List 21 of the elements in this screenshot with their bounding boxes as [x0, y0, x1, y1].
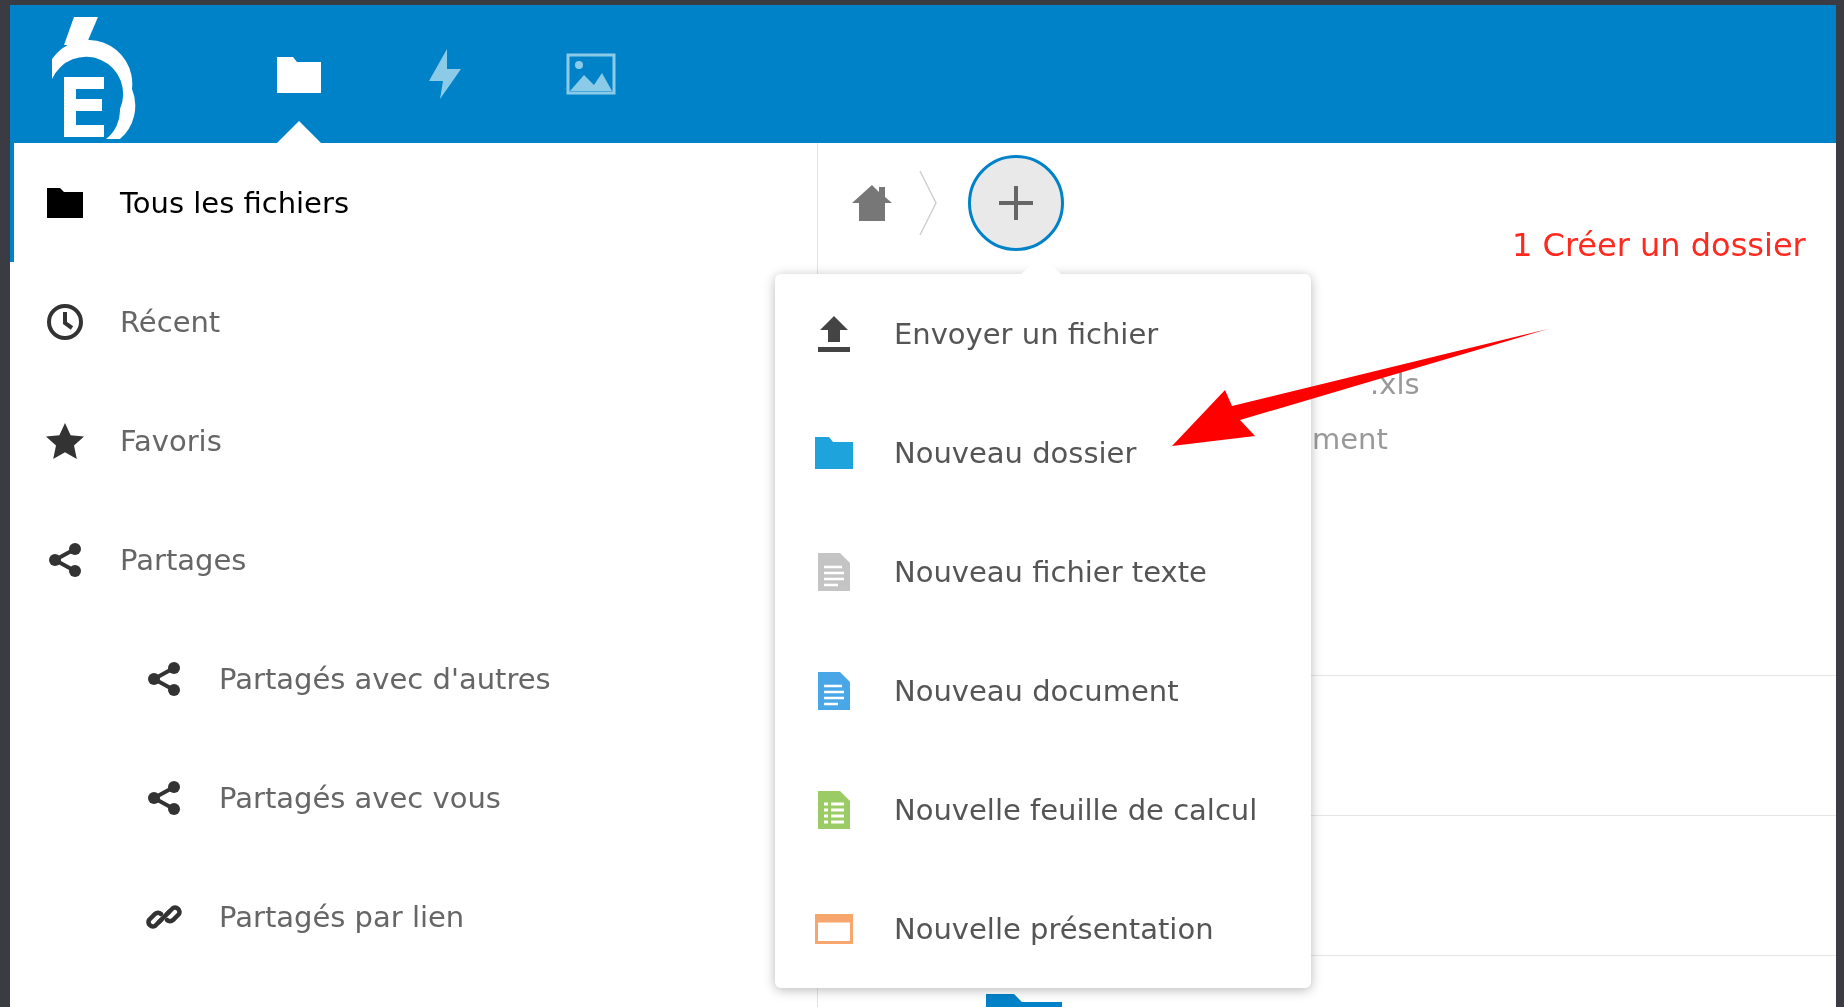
chevron-icon: [918, 169, 938, 236]
file-detail: ment: [1312, 422, 1388, 456]
star-icon: [46, 422, 84, 459]
share-icon: [146, 660, 182, 697]
clock-icon: [46, 302, 84, 341]
presentation-icon: [815, 913, 853, 944]
image-icon: [566, 53, 616, 95]
text-file-icon: [818, 552, 850, 591]
folder-icon: [47, 187, 83, 218]
share-icon: [47, 541, 83, 578]
share-icon: [146, 779, 182, 816]
plus-icon: [999, 185, 1033, 220]
lightning-icon: [427, 49, 463, 99]
folder-icon: [815, 436, 853, 469]
file-name: .xls: [1370, 367, 1420, 401]
document-icon: [818, 671, 850, 710]
sidebar-item[interactable]: Tous les fichiers: [10, 143, 817, 262]
upload-icon: [817, 315, 851, 352]
spreadsheet-icon: [818, 790, 850, 829]
home-icon[interactable]: [850, 182, 894, 223]
annotation-text: 1 Créer un dossier: [1512, 226, 1806, 264]
